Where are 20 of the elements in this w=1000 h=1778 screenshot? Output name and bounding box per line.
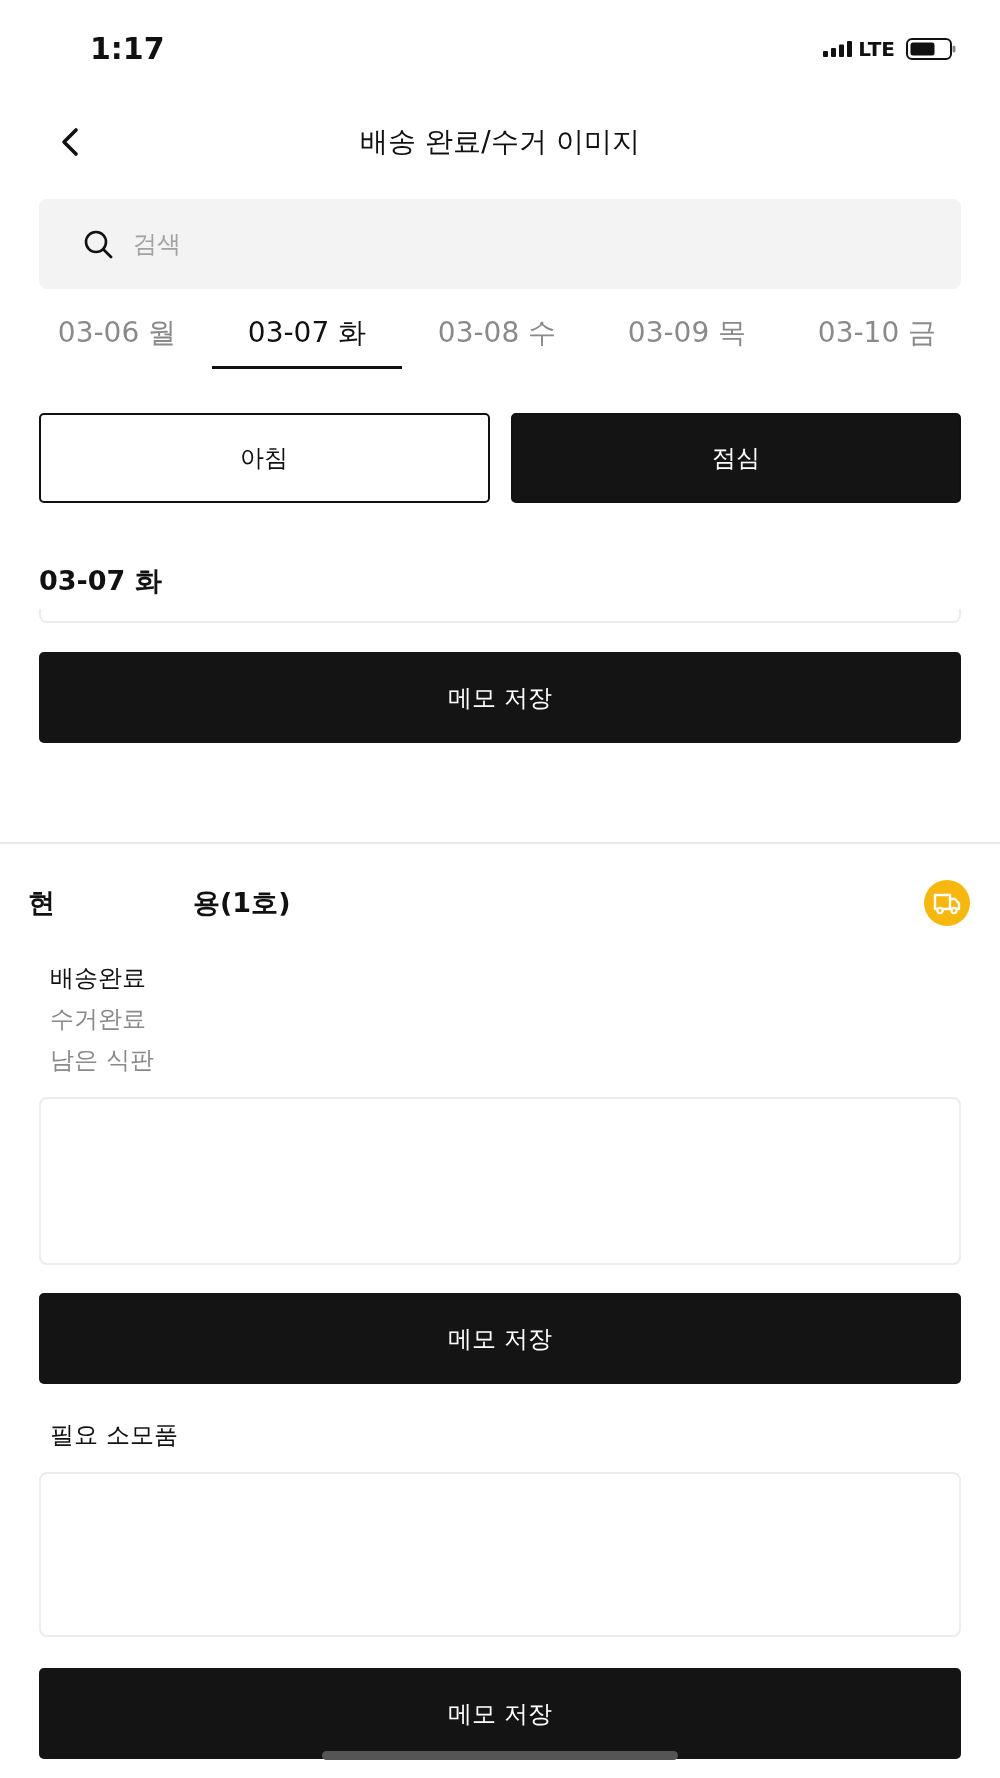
page-title: 배송 완료/수거 이미지 <box>360 125 640 159</box>
status-time: 1:17 <box>90 32 165 66</box>
memo-save-button[interactable]: 메모 저장 <box>39 1293 961 1384</box>
back-icon[interactable] <box>60 127 80 157</box>
memo-save-button[interactable]: 메모 저장 <box>39 652 961 743</box>
signal-icon <box>823 41 854 57</box>
status-option[interactable]: 배송완료 <box>50 958 146 999</box>
site-title: 용(1호) <box>193 887 291 919</box>
network-label: LTE <box>858 38 895 60</box>
meal-button[interactable]: 점심 <box>510 413 961 503</box>
date-tab[interactable]: 03-07 화 <box>212 300 402 369</box>
site-title: 현 <box>28 887 55 919</box>
search-field[interactable]: 검색 <box>39 199 961 289</box>
supplies-label: 필요 소모품 <box>50 1420 178 1451</box>
meal-button[interactable]: 아침 <box>39 413 490 503</box>
date-heading: 03-07 화 <box>39 565 162 597</box>
battery-icon <box>906 38 956 60</box>
truck-icon[interactable] <box>924 880 970 926</box>
search-icon <box>83 229 113 259</box>
memo-save-button[interactable]: 메모 저장 <box>39 1668 961 1759</box>
